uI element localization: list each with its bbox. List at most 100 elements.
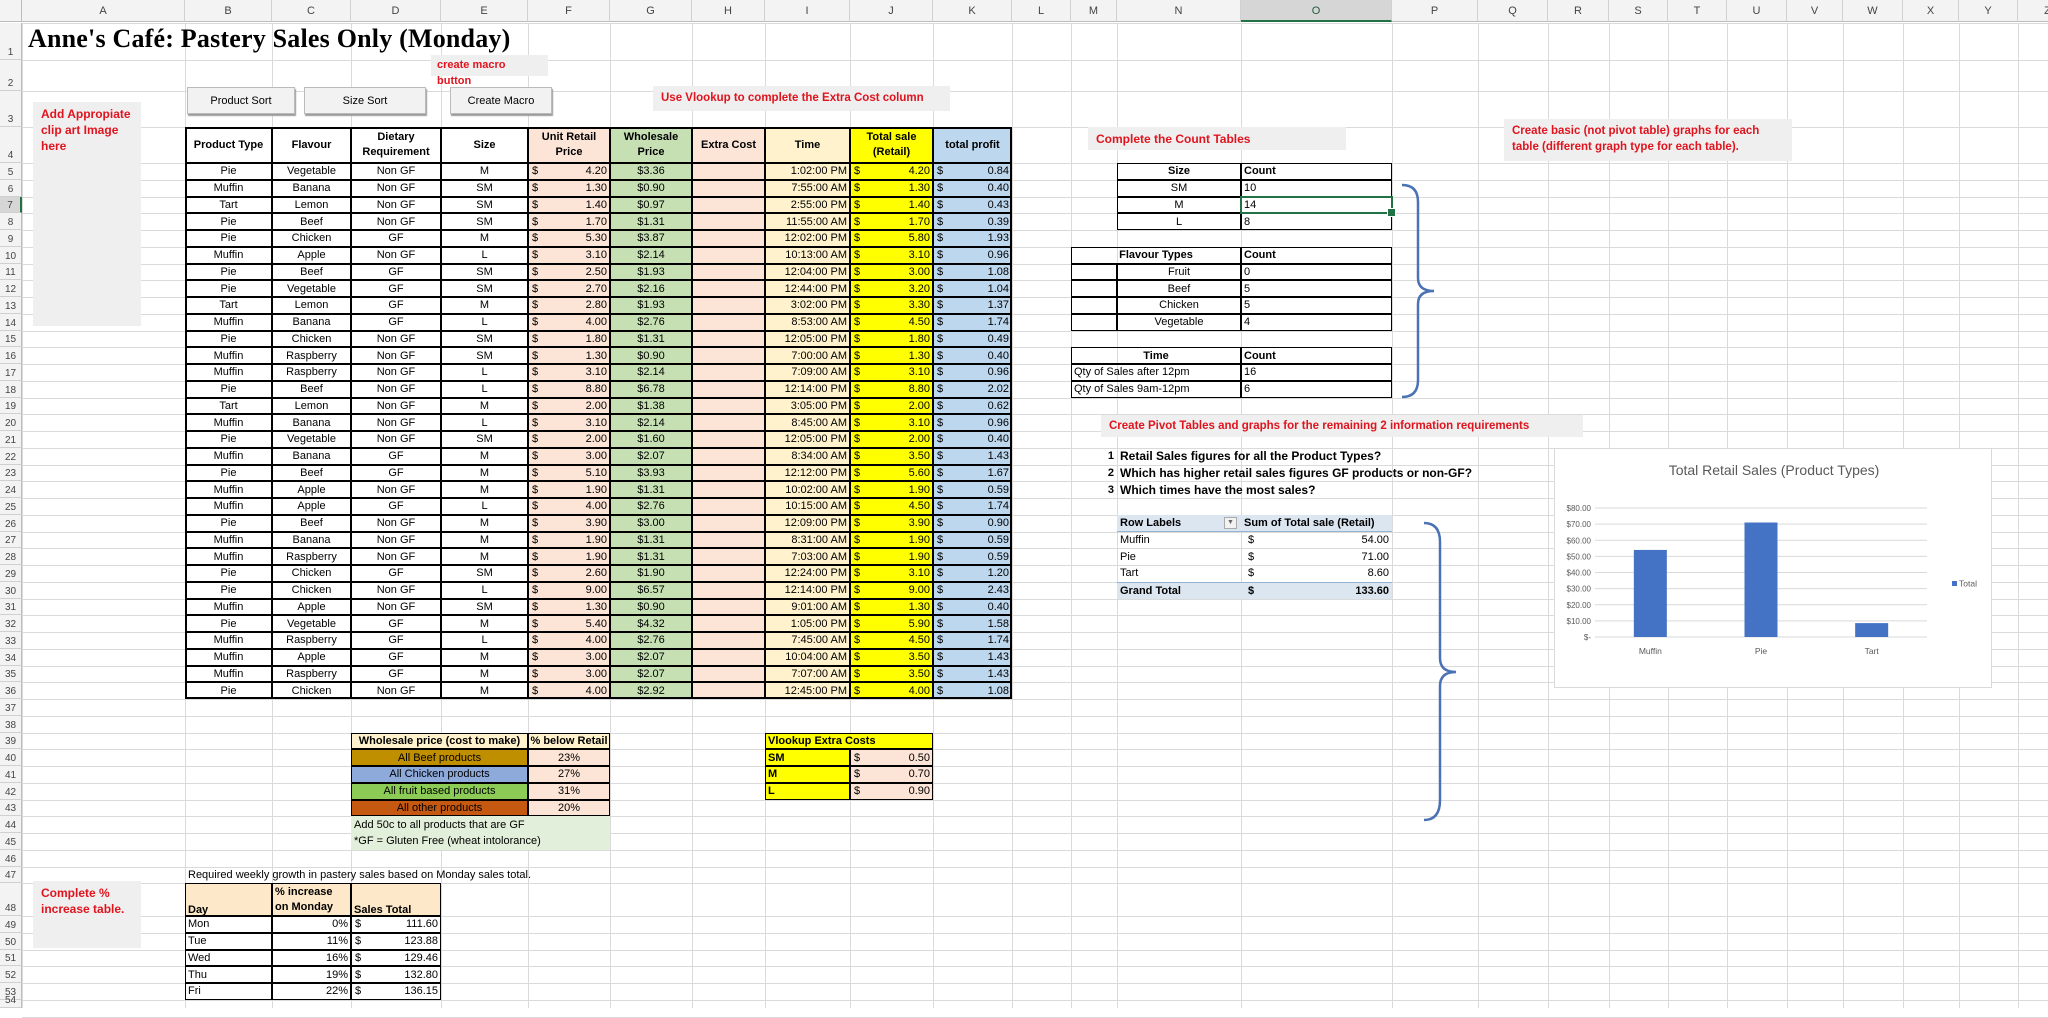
extra-cost-cell[interactable] xyxy=(692,465,765,482)
flavour-blank-cell[interactable] xyxy=(1071,297,1117,314)
total-sale-cell[interactable]: $3.00 xyxy=(850,264,933,281)
wholesale-price-cell[interactable]: $6.78 xyxy=(610,381,692,398)
wholesale-price-cell[interactable]: $1.90 xyxy=(610,565,692,582)
unit-retail-price-cell[interactable]: $3.90 xyxy=(528,515,610,532)
size-cell[interactable]: M xyxy=(441,163,528,180)
flavour-cell[interactable]: Beef xyxy=(272,264,351,281)
size-cell[interactable]: M xyxy=(441,481,528,498)
total-profit-cell[interactable]: $0.40 xyxy=(933,347,1012,364)
product-type-cell[interactable]: Muffin xyxy=(185,347,272,364)
product-type-cell[interactable]: Pie xyxy=(185,582,272,599)
row-header-54[interactable]: 54 xyxy=(0,1000,22,1008)
wholesale-price-cell[interactable]: $2.07 xyxy=(610,666,692,683)
vlookup-size-label[interactable]: M xyxy=(765,766,850,783)
flavour-cell[interactable]: Chicken xyxy=(272,682,351,699)
flavour-cell[interactable]: Vegetable xyxy=(272,431,351,448)
extra-cost-cell[interactable] xyxy=(692,414,765,431)
time-cell[interactable]: 1:05:00 PM xyxy=(765,615,850,632)
product-type-cell[interactable]: Muffin xyxy=(185,649,272,666)
flavour-cell[interactable]: Raspberry xyxy=(272,347,351,364)
total-sale-cell[interactable]: $5.60 xyxy=(850,465,933,482)
flavour-cell[interactable]: Banana xyxy=(272,532,351,549)
size-cell[interactable]: SM xyxy=(441,599,528,616)
row-header-46[interactable]: 46 xyxy=(0,850,22,867)
wholesale-rule-pct[interactable]: 27% xyxy=(528,766,610,783)
flavour-cell[interactable]: Lemon xyxy=(272,197,351,214)
extra-cost-cell[interactable] xyxy=(692,448,765,465)
total-profit-cell[interactable]: $1.43 xyxy=(933,666,1012,683)
flavour-cell[interactable]: Chicken xyxy=(272,582,351,599)
flavour-label[interactable]: Beef xyxy=(1117,280,1241,297)
unit-retail-price-cell[interactable]: $1.30 xyxy=(528,347,610,364)
dietary-requirement-cell[interactable]: GF xyxy=(351,615,441,632)
growth-sales-total[interactable]: $111.60 xyxy=(351,916,441,933)
total-sale-cell[interactable]: $1.90 xyxy=(850,481,933,498)
row-header-42[interactable]: 42 xyxy=(0,783,22,800)
vlookup-cost-value[interactable]: $0.90 xyxy=(850,783,933,800)
row-header-44[interactable]: 44 xyxy=(0,816,22,833)
product-type-cell[interactable]: Muffin xyxy=(185,666,272,683)
row-header-30[interactable]: 30 xyxy=(0,582,22,599)
dietary-requirement-cell[interactable]: GF xyxy=(351,314,441,331)
size-cell[interactable]: M xyxy=(441,682,528,699)
dietary-requirement-cell[interactable]: Non GF xyxy=(351,398,441,415)
total-profit-cell[interactable]: $1.74 xyxy=(933,498,1012,515)
dietary-requirement-cell[interactable]: GF xyxy=(351,297,441,314)
total-profit-cell[interactable]: $1.58 xyxy=(933,615,1012,632)
size-cell[interactable]: L xyxy=(441,314,528,331)
size-cell[interactable]: M xyxy=(441,615,528,632)
size-cell[interactable]: M xyxy=(441,448,528,465)
extra-cost-cell[interactable] xyxy=(692,230,765,247)
total-profit-cell[interactable]: $0.59 xyxy=(933,481,1012,498)
total-profit-cell[interactable]: $0.84 xyxy=(933,163,1012,180)
wholesale-price-cell[interactable]: $3.93 xyxy=(610,465,692,482)
extra-cost-cell[interactable] xyxy=(692,347,765,364)
size-cell[interactable]: SM xyxy=(441,347,528,364)
dietary-requirement-cell[interactable]: Non GF xyxy=(351,163,441,180)
product-sort-button[interactable]: Product Sort xyxy=(187,87,295,114)
total-sale-cell[interactable]: $5.80 xyxy=(850,230,933,247)
column-header-x[interactable]: X xyxy=(1903,0,1959,22)
flavour-label[interactable]: Fruit xyxy=(1117,264,1241,281)
product-type-cell[interactable]: Muffin xyxy=(185,548,272,565)
size-cell[interactable]: L xyxy=(441,498,528,515)
pivot-row-label[interactable]: Tart xyxy=(1117,565,1241,582)
time-count-value[interactable]: 16 xyxy=(1241,364,1392,381)
total-sale-cell[interactable]: $3.90 xyxy=(850,515,933,532)
column-header-o[interactable]: O xyxy=(1241,0,1392,22)
wholesale-price-cell[interactable]: $0.90 xyxy=(610,347,692,364)
total-profit-cell[interactable]: $1.93 xyxy=(933,230,1012,247)
product-type-cell[interactable]: Tart xyxy=(185,398,272,415)
time-cell[interactable]: 1:02:00 PM xyxy=(765,163,850,180)
total-profit-cell[interactable]: $0.43 xyxy=(933,197,1012,214)
time-count-value[interactable]: 6 xyxy=(1241,381,1392,398)
dietary-requirement-cell[interactable]: Non GF xyxy=(351,247,441,264)
flavour-cell[interactable]: Banana xyxy=(272,448,351,465)
extra-cost-cell[interactable] xyxy=(692,498,765,515)
total-profit-cell[interactable]: $0.59 xyxy=(933,548,1012,565)
flavour-cell[interactable]: Raspberry xyxy=(272,364,351,381)
flavour-cell[interactable]: Apple xyxy=(272,247,351,264)
wholesale-price-cell[interactable]: $2.14 xyxy=(610,364,692,381)
time-cell[interactable]: 12:14:00 PM xyxy=(765,381,850,398)
extra-cost-cell[interactable] xyxy=(692,381,765,398)
total-sale-cell[interactable]: $3.10 xyxy=(850,565,933,582)
row-header-49[interactable]: 49 xyxy=(0,916,22,933)
question-number[interactable]: 3 xyxy=(1071,481,1117,498)
row-header-14[interactable]: 14 xyxy=(0,314,22,331)
extra-cost-cell[interactable] xyxy=(692,615,765,632)
row-header-5[interactable]: 5 xyxy=(0,163,22,180)
time-cell[interactable]: 8:31:00 AM xyxy=(765,532,850,549)
row-header-31[interactable]: 31 xyxy=(0,599,22,616)
size-cell[interactable]: SM xyxy=(441,331,528,348)
growth-pct[interactable]: 0% xyxy=(272,916,351,933)
question-number[interactable]: 1 xyxy=(1071,448,1117,465)
flavour-cell[interactable]: Beef xyxy=(272,381,351,398)
row-header-13[interactable]: 13 xyxy=(0,297,22,314)
header-time[interactable]: Time xyxy=(765,127,850,163)
question-text[interactable]: Which times have the most sales? xyxy=(1117,481,1241,498)
size-cell[interactable]: M xyxy=(441,532,528,549)
vlookup-size-label[interactable]: SM xyxy=(765,749,850,766)
unit-retail-price-cell[interactable]: $3.00 xyxy=(528,649,610,666)
flavour-count-value[interactable]: 5 xyxy=(1241,297,1392,314)
